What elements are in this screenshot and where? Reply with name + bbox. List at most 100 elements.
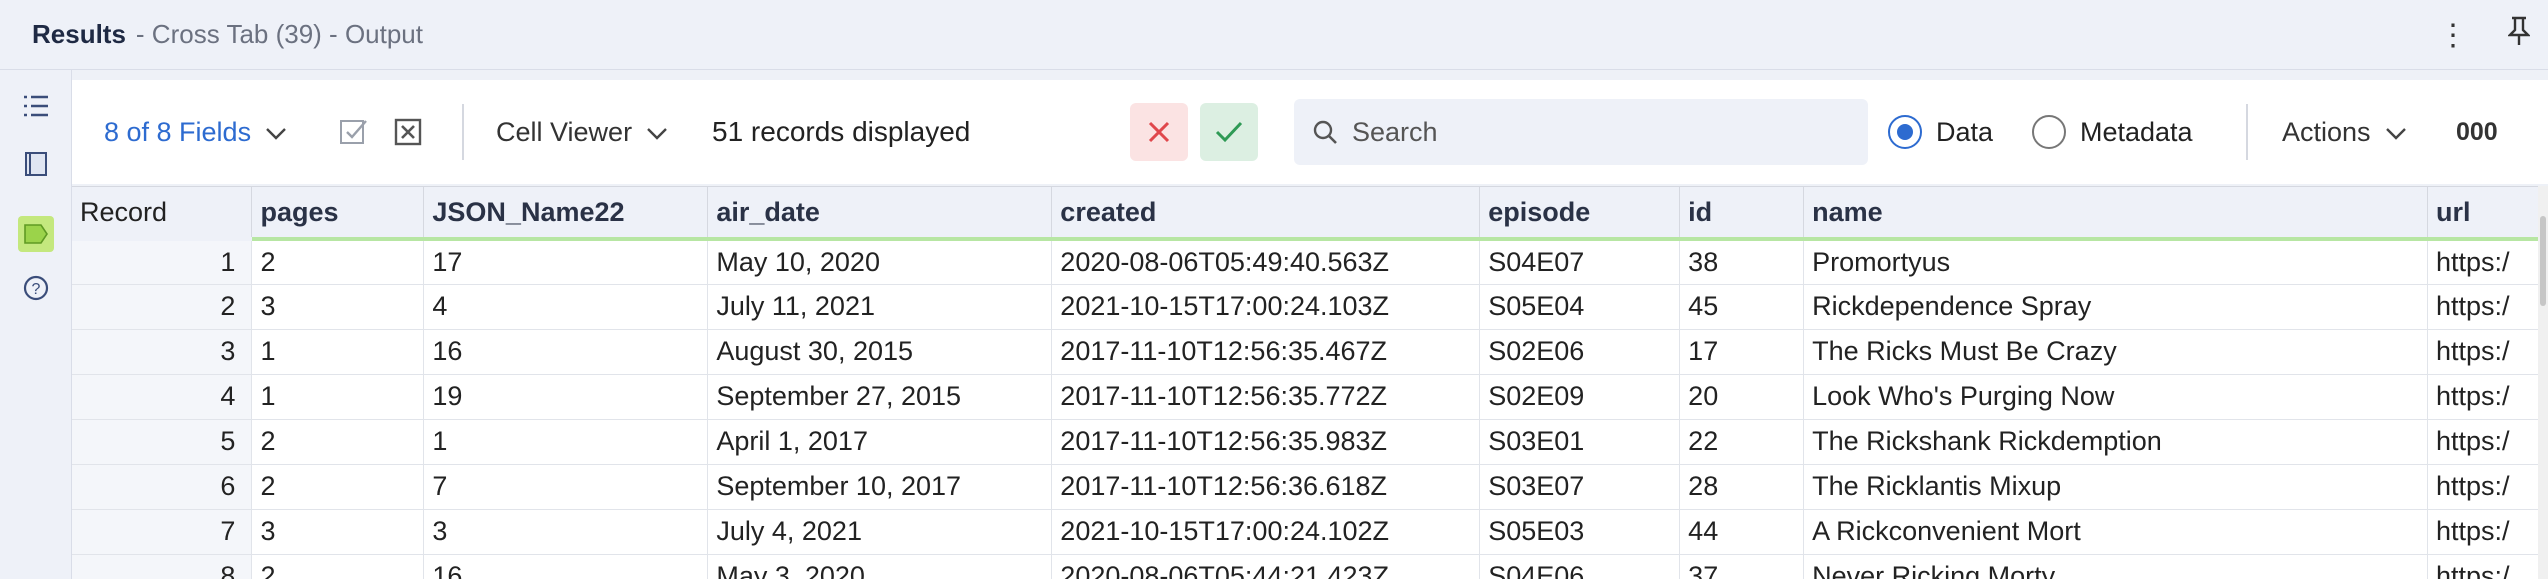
cell-created[interactable]: 2017-11-10T12:56:36.618Z [1051,464,1481,510]
search-input[interactable]: Search [1294,99,1868,165]
data-radio[interactable]: Data [1888,115,1993,149]
table-row[interactable]: 5 2 1 April 1, 2017 2017-11-10T12:56:35.… [72,419,2548,465]
cell-viewer-dropdown[interactable]: Cell Viewer [496,117,668,148]
table-row[interactable]: 8 2 16 May 3, 2020 2020-08-06T05:44:21.4… [72,554,2548,579]
cell-created[interactable]: 2021-10-15T17:00:24.103Z [1051,284,1481,330]
cell-json-name22[interactable]: 7 [423,464,709,510]
table-row[interactable]: 2 3 4 July 11, 2021 2021-10-15T17:00:24.… [72,284,2548,330]
cell-name[interactable]: The Ricklantis Mixup [1803,464,2428,510]
scrollbar-thumb[interactable] [2540,216,2546,306]
cell-url[interactable]: https:/ [2427,284,2548,330]
cell-id[interactable]: 28 [1679,464,1805,510]
cell-pages[interactable]: 2 [251,464,425,510]
cell-url[interactable]: https:/ [2427,374,2548,420]
cell-json-name22[interactable]: 16 [423,554,709,579]
cell-id[interactable]: 22 [1679,419,1805,465]
cell-episode[interactable]: S04E06 [1479,554,1681,579]
cancel-button[interactable] [1130,103,1188,161]
cell-name[interactable]: A Rickconvenient Mort [1803,509,2428,555]
column-header-created[interactable]: created [1051,187,1481,241]
cell-name[interactable]: Never Ricking Morty [1803,554,2428,579]
cell-episode[interactable]: S02E09 [1479,374,1681,420]
column-header-air-date[interactable]: air_date [707,187,1053,241]
cell-name[interactable]: The Ricks Must Be Crazy [1803,329,2428,375]
cell-air-date[interactable]: September 10, 2017 [707,464,1053,510]
vertical-scrollbar[interactable] [2538,186,2548,579]
cell-episode[interactable]: S03E01 [1479,419,1681,465]
pin-icon[interactable] [2507,16,2531,54]
cell-name[interactable]: Promortyus [1803,239,2428,285]
table-row[interactable]: 3 1 16 August 30, 2015 2017-11-10T12:56:… [72,329,2548,375]
cell-name[interactable]: Rickdependence Spray [1803,284,2428,330]
cell-json-name22[interactable]: 1 [423,419,709,465]
cell-air-date[interactable]: April 1, 2017 [707,419,1053,465]
cell-episode[interactable]: S04E07 [1479,239,1681,285]
column-header-id[interactable]: id [1679,187,1805,241]
cell-id[interactable]: 37 [1679,554,1805,579]
cell-pages[interactable]: 2 [251,419,425,465]
cell-url[interactable]: https:/ [2427,509,2548,555]
cell-name[interactable]: The Rickshank Rickdemption [1803,419,2428,465]
tag-icon[interactable] [18,216,54,252]
column-header-json-name22[interactable]: JSON_Name22 [423,187,709,241]
column-header-name[interactable]: name [1803,187,2428,241]
table-row[interactable]: 6 2 7 September 10, 2017 2017-11-10T12:5… [72,464,2548,510]
cell-json-name22[interactable]: 19 [423,374,709,420]
cell-episode[interactable]: S03E07 [1479,464,1681,510]
cell-id[interactable]: 38 [1679,239,1805,285]
table-row[interactable]: 4 1 19 September 27, 2015 2017-11-10T12:… [72,374,2548,420]
cell-air-date[interactable]: September 27, 2015 [707,374,1053,420]
cell-episode[interactable]: S05E04 [1479,284,1681,330]
edit-check-icon[interactable] [338,116,370,148]
cell-air-date[interactable]: May 3, 2020 [707,554,1053,579]
book-icon[interactable] [20,148,52,180]
cell-pages[interactable]: 2 [251,554,425,579]
more-vertical-icon[interactable]: ⋮ [2438,18,2468,53]
cell-created[interactable]: 2020-08-06T05:44:21.423Z [1051,554,1481,579]
table-row[interactable]: 1 2 17 May 10, 2020 2020-08-06T05:49:40.… [72,239,2548,285]
column-header-episode[interactable]: episode [1479,187,1681,241]
cell-created[interactable]: 2021-10-15T17:00:24.102Z [1051,509,1481,555]
cell-air-date[interactable]: May 10, 2020 [707,239,1053,285]
cell-pages[interactable]: 2 [251,239,425,285]
cell-created[interactable]: 2017-11-10T12:56:35.983Z [1051,419,1481,465]
cell-created[interactable]: 2020-08-06T05:49:40.563Z [1051,239,1481,285]
cell-url[interactable]: https:/ [2427,419,2548,465]
cell-json-name22[interactable]: 3 [423,509,709,555]
cell-url[interactable]: https:/ [2427,464,2548,510]
cell-air-date[interactable]: August 30, 2015 [707,329,1053,375]
cell-json-name22[interactable]: 4 [423,284,709,330]
cell-created[interactable]: 2017-11-10T12:56:35.772Z [1051,374,1481,420]
cell-url[interactable]: https:/ [2427,239,2548,285]
confirm-button[interactable] [1200,103,1258,161]
overflow-button[interactable]: 000 [2456,118,2498,147]
cell-id[interactable]: 45 [1679,284,1805,330]
cell-air-date[interactable]: July 11, 2021 [707,284,1053,330]
help-icon[interactable]: ? [20,272,52,304]
cell-url[interactable]: https:/ [2427,329,2548,375]
column-header-pages[interactable]: pages [251,187,425,241]
actions-dropdown[interactable]: Actions [2282,117,2407,148]
cell-episode[interactable]: S05E03 [1479,509,1681,555]
list-icon[interactable] [20,90,52,122]
cell-pages[interactable]: 1 [251,329,425,375]
cell-pages[interactable]: 3 [251,284,425,330]
column-header-url[interactable]: url [2427,187,2548,241]
cell-name[interactable]: Look Who's Purging Now [1803,374,2428,420]
cell-episode[interactable]: S02E06 [1479,329,1681,375]
clear-cell-icon[interactable] [392,116,424,148]
cell-id[interactable]: 44 [1679,509,1805,555]
column-header-record[interactable]: Record [72,187,253,241]
fields-selector[interactable]: 8 of 8 Fields [104,117,287,148]
cell-pages[interactable]: 1 [251,374,425,420]
cell-id[interactable]: 17 [1679,329,1805,375]
cell-url[interactable]: https:/ [2427,554,2548,579]
cell-created[interactable]: 2017-11-10T12:56:35.467Z [1051,329,1481,375]
cell-json-name22[interactable]: 16 [423,329,709,375]
cell-air-date[interactable]: July 4, 2021 [707,509,1053,555]
metadata-radio[interactable]: Metadata [2032,115,2193,149]
cell-json-name22[interactable]: 17 [423,239,709,285]
table-row[interactable]: 7 3 3 July 4, 2021 2021-10-15T17:00:24.1… [72,509,2548,555]
cell-id[interactable]: 20 [1679,374,1805,420]
cell-pages[interactable]: 3 [251,509,425,555]
